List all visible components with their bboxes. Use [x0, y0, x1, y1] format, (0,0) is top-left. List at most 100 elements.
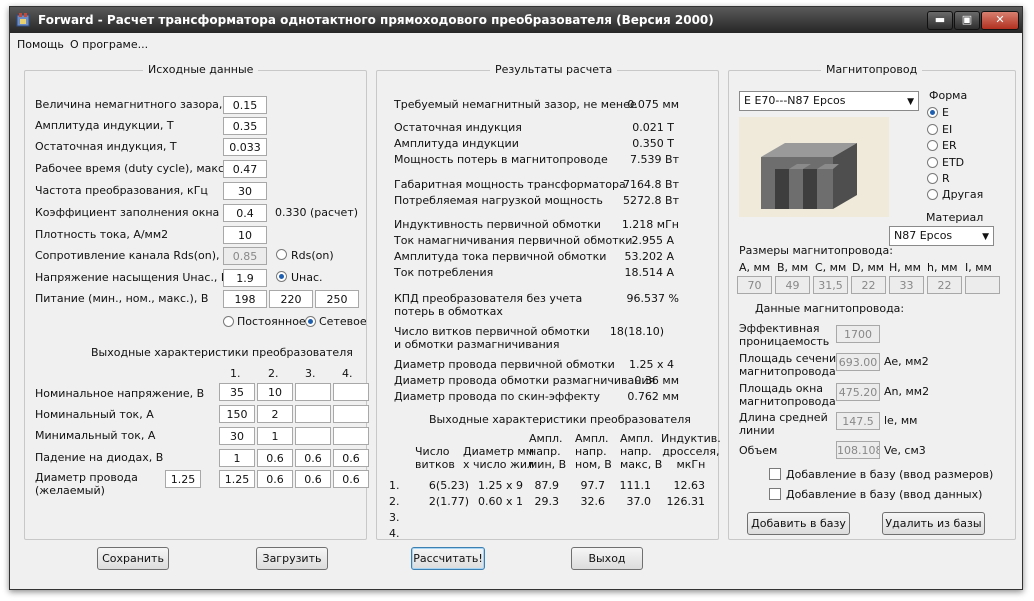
window-area-input[interactable]: 475.20 [836, 383, 880, 401]
out-cell[interactable]: 150 [219, 405, 255, 423]
shape-radio-e[interactable] [927, 107, 938, 118]
out-cell[interactable]: 30 [219, 427, 255, 445]
out-row-cell: 37.0 [626, 495, 652, 508]
result-label: Ток намагничивания первичной обмотки [394, 234, 633, 247]
title-bar: Forward - Расчет трансформатора однотакт… [10, 7, 1022, 33]
add-data-label: Добавление в базу (ввод данных) [786, 488, 983, 501]
add-dims-checkbox[interactable] [769, 468, 781, 480]
add-data-checkbox[interactable] [769, 488, 781, 500]
out-cell[interactable]: 35 [219, 383, 255, 401]
out-cell[interactable]: 1.25 [219, 470, 255, 488]
duty-cycle-input[interactable]: 0.47 [223, 160, 267, 178]
shape-radio-etd[interactable] [927, 157, 938, 168]
add-dims-label: Добавление в базу (ввод размеров) [786, 468, 994, 481]
dim-h2-input[interactable]: 22 [927, 276, 962, 294]
rds-radio[interactable] [276, 249, 287, 260]
out-header: Число витков [415, 445, 455, 471]
supply-label: Питание (мин., ном., макс.), В [35, 292, 209, 305]
shape-radio-er[interactable] [927, 140, 938, 151]
menu-bar: Помощь О програме... [10, 34, 1022, 54]
out-cell[interactable] [295, 427, 331, 445]
out-cell[interactable]: 1 [257, 427, 293, 445]
load-button[interactable]: Загрузить [256, 547, 328, 570]
desired-wire-input[interactable]: 1.25 [165, 470, 201, 488]
out-cell[interactable]: 0.6 [295, 470, 331, 488]
dim-h-input[interactable]: 33 [889, 276, 924, 294]
volume-input[interactable]: 108.108 [836, 441, 880, 459]
material-select[interactable]: N87 Epcos ▼ [889, 226, 994, 246]
current-density-label: Плотность тока, А/мм2 [35, 228, 169, 241]
out-cell[interactable]: 0.6 [333, 449, 369, 467]
dim-c-input[interactable]: 31,5 [813, 276, 848, 294]
maximize-button[interactable]: ▣ [954, 11, 980, 30]
supply-nom-input[interactable]: 220 [269, 290, 313, 308]
shape-radio-ei[interactable] [927, 124, 938, 135]
result-label: Ток потребления [394, 266, 494, 279]
permeability-input[interactable]: 1700 [836, 325, 880, 343]
col-header-2: 2. [268, 367, 279, 380]
frequency-input[interactable]: 30 [223, 182, 267, 200]
out-cell[interactable] [295, 405, 331, 423]
out-header: Диаметр мм х число жил [463, 445, 535, 471]
save-button[interactable]: Сохранить [97, 547, 169, 570]
out-row-label: Номинальный ток, А [35, 408, 154, 421]
ac-radio[interactable] [305, 316, 316, 327]
close-button[interactable]: ✕ [981, 11, 1019, 30]
current-density-input[interactable]: 10 [223, 226, 267, 244]
amp-induction-input[interactable]: 0.35 [223, 117, 267, 135]
out-cell[interactable] [333, 405, 369, 423]
dim-b-input[interactable]: 49 [775, 276, 810, 294]
results-group: Результаты расчета Требуемый немагнитный… [376, 63, 721, 540]
result-label: Диаметр провода первичной обмотки [394, 358, 615, 371]
out-row-cell: 2(1.77) [428, 495, 469, 508]
shape-radio-r[interactable] [927, 173, 938, 184]
remove-from-db-button[interactable]: Удалить из базы [882, 512, 985, 535]
add-to-db-button[interactable]: Добавить в базу [747, 512, 850, 535]
shape-label: ER [942, 139, 957, 152]
out-cell[interactable]: 0.6 [257, 470, 293, 488]
dim-a-input[interactable]: 70 [737, 276, 772, 294]
area-input[interactable]: 693.00 [836, 353, 880, 371]
gap-input[interactable]: 0.15 [223, 96, 267, 114]
material-select-value: N87 Epcos [894, 229, 953, 242]
menu-about[interactable]: О програме... [70, 38, 148, 51]
out-cell[interactable] [333, 383, 369, 401]
out-cell[interactable]: 0.6 [333, 470, 369, 488]
out-row-cell: 1.25 x 9 [478, 479, 523, 492]
menu-help[interactable]: Помощь [17, 38, 64, 51]
out-cell[interactable]: 0.6 [257, 449, 293, 467]
dim-i-input[interactable] [965, 276, 1000, 294]
out-cell[interactable] [295, 383, 331, 401]
unas-input[interactable]: 1.9 [223, 269, 267, 287]
result-label: КПД преобразователя без учета потерь в о… [394, 292, 583, 318]
supply-min-input[interactable]: 198 [223, 290, 267, 308]
core-select[interactable]: E E70---N87 Epcos ▼ [739, 91, 919, 111]
out-cell[interactable]: 0.6 [295, 449, 331, 467]
out-row-label: Номинальное напряжение, В [35, 387, 205, 400]
out-cell[interactable]: 2 [257, 405, 293, 423]
out-row-label: Минимальный ток, А [35, 429, 156, 442]
exit-button[interactable]: Выход [571, 547, 643, 570]
minimize-button[interactable]: ▬ [927, 11, 953, 30]
result-value: 2.955 А [631, 234, 674, 247]
out-cell[interactable] [333, 427, 369, 445]
unas-radio[interactable] [276, 271, 287, 282]
calculate-button[interactable]: Рассчитать! [411, 547, 485, 570]
rds-label: Сопротивление канала Rds(on), Ом [35, 249, 240, 262]
fill-factor-input[interactable]: 0.4 [223, 204, 267, 222]
window-area-label: Площадь окна магнитопровода [739, 382, 836, 408]
shape-radio-other[interactable] [927, 189, 938, 200]
unas-label: Напряжение насыщения Uнас., В [35, 271, 229, 284]
dc-radio[interactable] [223, 316, 234, 327]
dim-label: H, мм [889, 261, 921, 274]
result-label: Мощность потерь в магнитопроводе [394, 153, 608, 166]
out-cell[interactable]: 10 [257, 383, 293, 401]
out-cell[interactable]: 1 [219, 449, 255, 467]
length-input[interactable]: 147.5 [836, 412, 880, 430]
dim-d-input[interactable]: 22 [851, 276, 886, 294]
out-row-num: 2. [389, 495, 400, 508]
col-header-3: 3. [305, 367, 316, 380]
res-induction-input[interactable]: 0.033 [223, 138, 267, 156]
rds-input[interactable]: 0.85 [223, 247, 267, 265]
supply-max-input[interactable]: 250 [315, 290, 359, 308]
